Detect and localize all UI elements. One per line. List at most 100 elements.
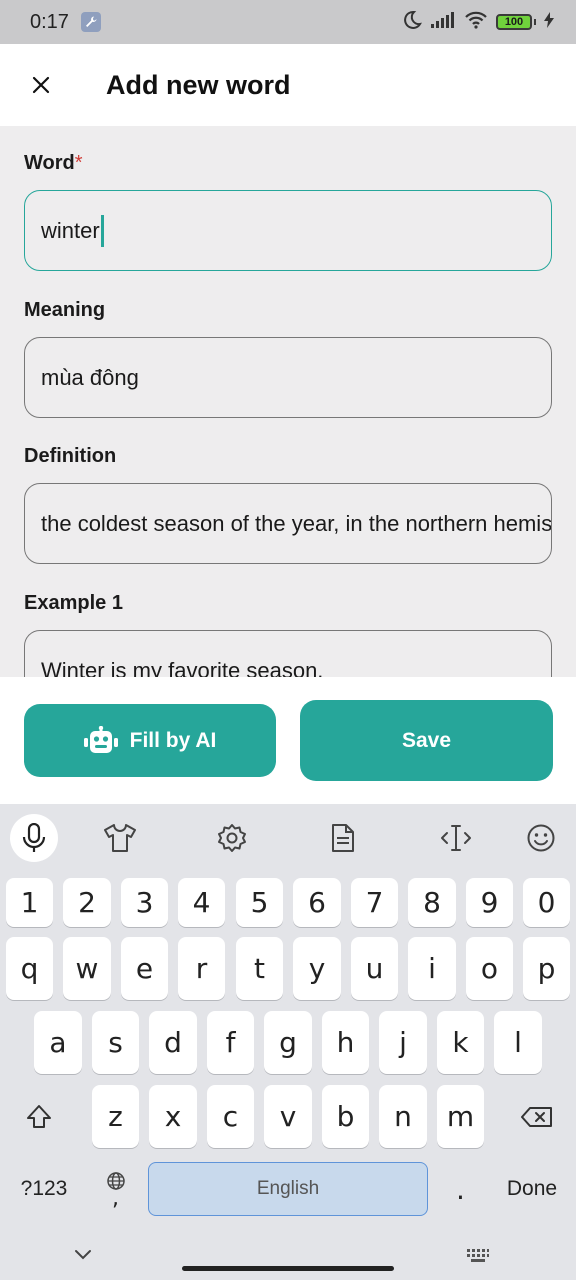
app-header: Add new word <box>0 44 576 126</box>
status-time: 0:17 <box>30 10 69 33</box>
key-3[interactable]: 3 <box>121 878 168 927</box>
key-4[interactable]: 4 <box>178 878 225 927</box>
fill-by-ai-label: Fill by AI <box>129 728 217 752</box>
keyboard-settings-button[interactable] <box>208 814 256 862</box>
voice-input-button[interactable] <box>10 814 58 862</box>
done-key[interactable]: Done <box>494 1161 570 1217</box>
charging-icon <box>544 11 554 33</box>
backspace-key[interactable] <box>504 1085 570 1148</box>
key-9[interactable]: 9 <box>466 878 513 927</box>
required-marker: * <box>74 152 83 174</box>
example1-label: Example 1 <box>24 592 123 614</box>
key-w[interactable]: w <box>63 937 111 1000</box>
key-i[interactable]: i <box>408 937 456 1000</box>
word-input[interactable]: winter <box>24 190 552 271</box>
key-v[interactable]: v <box>264 1085 312 1148</box>
comma-key[interactable]: , <box>92 1161 139 1217</box>
key-y[interactable]: y <box>293 937 341 1000</box>
key-p[interactable]: p <box>523 937 570 1000</box>
fill-by-ai-button[interactable]: Fill by AI <box>24 704 276 777</box>
key-f[interactable]: f <box>207 1011 254 1074</box>
action-bar: Fill by AI Save <box>0 677 576 804</box>
word-label: Word* <box>24 152 83 174</box>
key-o[interactable]: o <box>466 937 513 1000</box>
key-z[interactable]: z <box>92 1085 139 1148</box>
emoji-button[interactable] <box>517 814 565 862</box>
key-k[interactable]: k <box>437 1011 484 1074</box>
save-button[interactable]: Save <box>300 700 553 781</box>
key-8[interactable]: 8 <box>408 878 456 927</box>
shift-key[interactable] <box>6 1085 72 1148</box>
close-button[interactable] <box>0 44 82 126</box>
meaning-label: Meaning <box>24 299 106 321</box>
navigation-bar <box>0 1236 576 1280</box>
period-key[interactable]: . <box>437 1161 484 1217</box>
definition-input-value: the coldest season of the year, in the n… <box>41 510 552 536</box>
word-form: Word* winter Meaning mùa đông Definition… <box>0 126 576 677</box>
shift-icon <box>27 1104 51 1128</box>
key-e[interactable]: e <box>121 937 168 1000</box>
key-c[interactable]: c <box>207 1085 254 1148</box>
close-icon <box>32 76 50 94</box>
meaning-input-value: mùa đông <box>41 364 139 390</box>
text-cursor <box>100 214 104 247</box>
space-key[interactable]: English <box>148 1162 428 1216</box>
example1-input[interactable]: Winter is my favorite season. <box>24 630 552 677</box>
definition-label: Definition <box>24 445 117 467</box>
battery-level: 100 <box>496 14 532 30</box>
symbols-key[interactable]: ?123 <box>6 1161 82 1217</box>
microphone-icon <box>22 823 46 852</box>
key-5[interactable]: 5 <box>236 878 283 927</box>
smiley-icon <box>527 824 555 852</box>
key-t[interactable]: t <box>236 937 283 1000</box>
status-bar: 0:17 100 <box>0 0 576 44</box>
battery-indicator: 100 <box>496 14 536 30</box>
example1-input-value: Winter is my favorite season. <box>41 657 324 678</box>
word-input-value: winter <box>41 217 100 243</box>
keyboard-toolbar <box>0 804 576 870</box>
home-indicator[interactable] <box>182 1266 394 1271</box>
keyboard-switch-button[interactable] <box>466 1248 490 1269</box>
hide-keyboard-button[interactable] <box>74 1248 92 1266</box>
wifi-icon <box>464 11 488 34</box>
key-x[interactable]: x <box>149 1085 197 1148</box>
key-1[interactable]: 1 <box>6 878 53 927</box>
chevron-down-icon <box>75 1250 91 1260</box>
key-j[interactable]: j <box>379 1011 427 1074</box>
status-icons: 100 <box>402 10 554 35</box>
robot-icon <box>83 725 118 753</box>
moon-icon <box>402 10 422 35</box>
cursor-control-button[interactable] <box>432 814 480 862</box>
definition-input[interactable]: the coldest season of the year, in the n… <box>24 483 552 564</box>
wrench-icon <box>80 12 101 32</box>
key-r[interactable]: r <box>178 937 225 1000</box>
key-m[interactable]: m <box>437 1085 484 1148</box>
key-l[interactable]: l <box>494 1011 542 1074</box>
document-icon <box>332 824 354 852</box>
key-g[interactable]: g <box>264 1011 312 1074</box>
key-h[interactable]: h <box>322 1011 369 1074</box>
tshirt-icon <box>104 824 136 852</box>
key-b[interactable]: b <box>322 1085 369 1148</box>
backspace-icon <box>521 1106 552 1127</box>
comma-label: , <box>112 1186 119 1211</box>
save-label: Save <box>401 728 452 752</box>
key-2[interactable]: 2 <box>63 878 111 927</box>
signal-icon <box>430 11 456 34</box>
gear-icon <box>218 824 246 852</box>
clipboard-button[interactable] <box>319 814 367 862</box>
meaning-input[interactable]: mùa đông <box>24 337 552 418</box>
keyboard-icon <box>467 1249 489 1262</box>
key-s[interactable]: s <box>92 1011 139 1074</box>
text-cursor-move-icon <box>441 825 471 851</box>
key-a[interactable]: a <box>34 1011 82 1074</box>
key-u[interactable]: u <box>351 937 398 1000</box>
theme-button[interactable] <box>96 814 144 862</box>
key-6[interactable]: 6 <box>293 878 341 927</box>
page-title: Add new word <box>106 69 291 100</box>
key-q[interactable]: q <box>6 937 53 1000</box>
key-0[interactable]: 0 <box>523 878 570 927</box>
key-n[interactable]: n <box>379 1085 427 1148</box>
key-7[interactable]: 7 <box>351 878 398 927</box>
key-d[interactable]: d <box>149 1011 197 1074</box>
